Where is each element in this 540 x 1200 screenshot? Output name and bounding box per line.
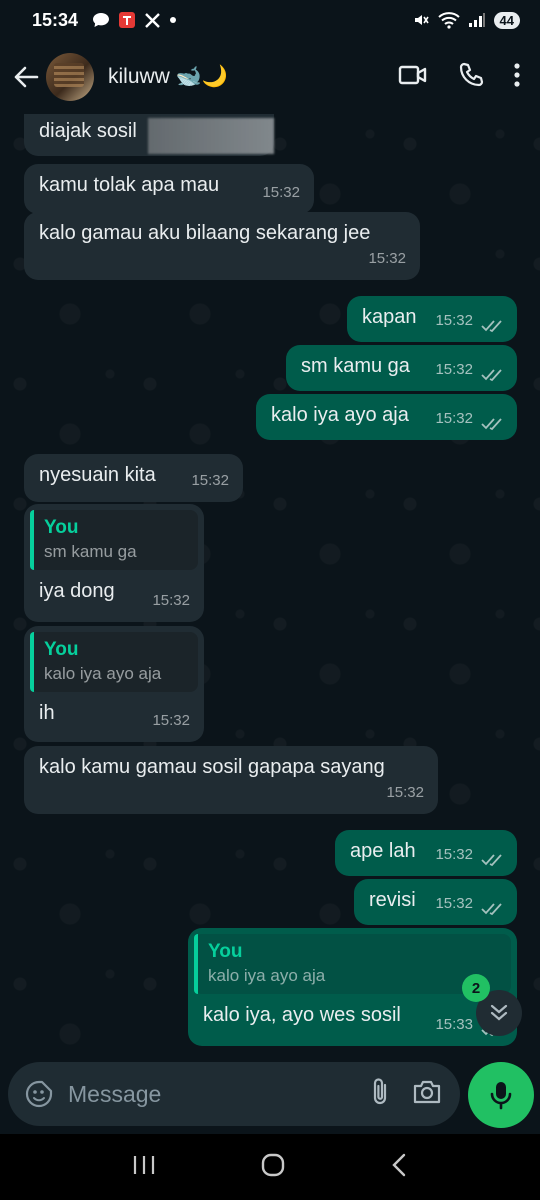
message-incoming-reply[interactable]: You kalo iya ayo aja ih 15:32 (24, 626, 204, 742)
message-incoming[interactable]: kalo kamu gamau sosil gapapa sayang 15:3… (24, 746, 438, 814)
system-icons: 44 (412, 11, 520, 29)
mute-icon (414, 15, 429, 25)
message-time: 15:32 (152, 592, 190, 609)
contact-name[interactable]: kiluww 🐋🌙 (108, 65, 228, 89)
home-button[interactable] (260, 1152, 286, 1183)
message-input[interactable] (68, 1080, 328, 1108)
message-outgoing[interactable]: kalo iya ayo aja 15:32 (256, 394, 517, 440)
message-time: 15:32 (435, 846, 473, 863)
message-outgoing[interactable]: kapan 15:32 (347, 296, 517, 342)
chat-notification-icon (93, 13, 110, 27)
message-time: 15:32 (262, 184, 300, 201)
quoted-message[interactable]: You sm kamu ga (30, 510, 198, 570)
message-time: 15:32 (435, 410, 473, 427)
quote-text: sm kamu ga (44, 542, 137, 561)
read-ticks-icon (481, 320, 502, 333)
message-text: kalo kamu gamau sosil gapapa sayang (39, 756, 385, 778)
back-button[interactable] (6, 65, 46, 89)
double-chevron-down-icon (490, 1004, 508, 1021)
read-ticks-icon (481, 369, 502, 382)
x-app-icon (145, 12, 160, 28)
quoted-message[interactable]: You kalo iya ayo aja (30, 632, 198, 692)
chat-header: kiluww 🐋🌙 (0, 40, 540, 114)
read-ticks-icon (481, 903, 502, 916)
composer (8, 1062, 460, 1126)
quote-text: kalo iya ayo aja (208, 966, 326, 985)
message-time: 15:32 (191, 472, 229, 489)
kebab-menu-icon (514, 62, 520, 87)
home-circle-icon (261, 1153, 285, 1176)
status-bar: 15:34 44 (0, 0, 540, 40)
quote-author: You (44, 517, 79, 538)
system-navigation-bar (0, 1134, 540, 1200)
message-time: 15:32 (386, 784, 424, 801)
more-notifications-dot-icon (170, 17, 177, 23)
camera-icon (413, 1080, 441, 1103)
wifi-icon (437, 12, 460, 29)
message-text: kapan (362, 306, 417, 328)
message-text: ape lah (350, 840, 416, 862)
message-text: diajak sosil (39, 120, 137, 142)
read-ticks-icon (481, 854, 502, 867)
redaction-block (148, 118, 274, 154)
quote-author: You (44, 639, 79, 660)
emoji-button[interactable] (22, 1077, 56, 1111)
message-time: 15:33 (435, 1016, 473, 1033)
message-outgoing[interactable]: ape lah 15:32 (335, 830, 517, 876)
signal-icon (468, 13, 485, 27)
message-text: kamu tolak apa mau (39, 174, 220, 196)
paperclip-icon (373, 1077, 387, 1104)
camera-button[interactable] (412, 1079, 442, 1110)
video-camera-icon (398, 65, 427, 84)
message-time: 15:32 (435, 361, 473, 378)
message-outgoing[interactable]: revisi 15:32 (354, 879, 517, 925)
chevron-left-icon (392, 1153, 406, 1176)
message-incoming[interactable]: nyesuain kita 15:32 (24, 454, 243, 502)
more-options-button[interactable] (514, 62, 520, 92)
back-nav-button[interactable] (390, 1152, 408, 1183)
message-text: revisi (369, 889, 416, 911)
message-text: kalo gamau aku bilaang sekarang jee (39, 222, 371, 244)
attach-button[interactable] (370, 1077, 390, 1112)
quote-author: You (208, 941, 243, 962)
notification-icons (92, 11, 177, 29)
message-list[interactable]: diajak sosil kamu tolak apa mau 15:32 ka… (0, 114, 540, 1062)
message-text: kalo iya ayo aja (271, 404, 409, 426)
sticker-emoji-icon (25, 1080, 53, 1108)
status-time: 15:34 (32, 9, 79, 30)
microphone-icon (490, 1082, 512, 1110)
read-ticks-icon (481, 418, 502, 431)
message-outgoing[interactable]: sm kamu ga 15:32 (286, 345, 517, 391)
arrow-left-icon (14, 66, 39, 88)
voice-message-button[interactable] (468, 1062, 534, 1128)
message-text: nyesuain kita (39, 464, 156, 486)
voice-call-button[interactable] (458, 62, 484, 93)
message-incoming-reply[interactable]: You sm kamu ga iya dong 15:32 (24, 504, 204, 622)
message-text: sm kamu ga (301, 355, 410, 377)
message-time: 15:32 (368, 250, 406, 267)
quote-text: kalo iya ayo aja (44, 664, 162, 683)
message-time: 15:32 (152, 712, 190, 729)
app-notification-icon (119, 12, 136, 28)
recent-apps-button[interactable] (132, 1154, 156, 1181)
message-incoming[interactable]: kamu tolak apa mau 15:32 (24, 164, 314, 214)
battery-indicator: 44 (493, 11, 520, 29)
unread-count-badge: 2 (462, 974, 490, 1002)
contact-avatar[interactable] (46, 53, 94, 101)
message-time: 15:32 (435, 312, 473, 329)
video-call-button[interactable] (398, 64, 428, 91)
message-incoming[interactable]: kalo gamau aku bilaang sekarang jee 15:3… (24, 212, 420, 280)
message-time: 15:32 (435, 895, 473, 912)
phone-icon (459, 62, 484, 86)
recents-icon (133, 1155, 155, 1174)
